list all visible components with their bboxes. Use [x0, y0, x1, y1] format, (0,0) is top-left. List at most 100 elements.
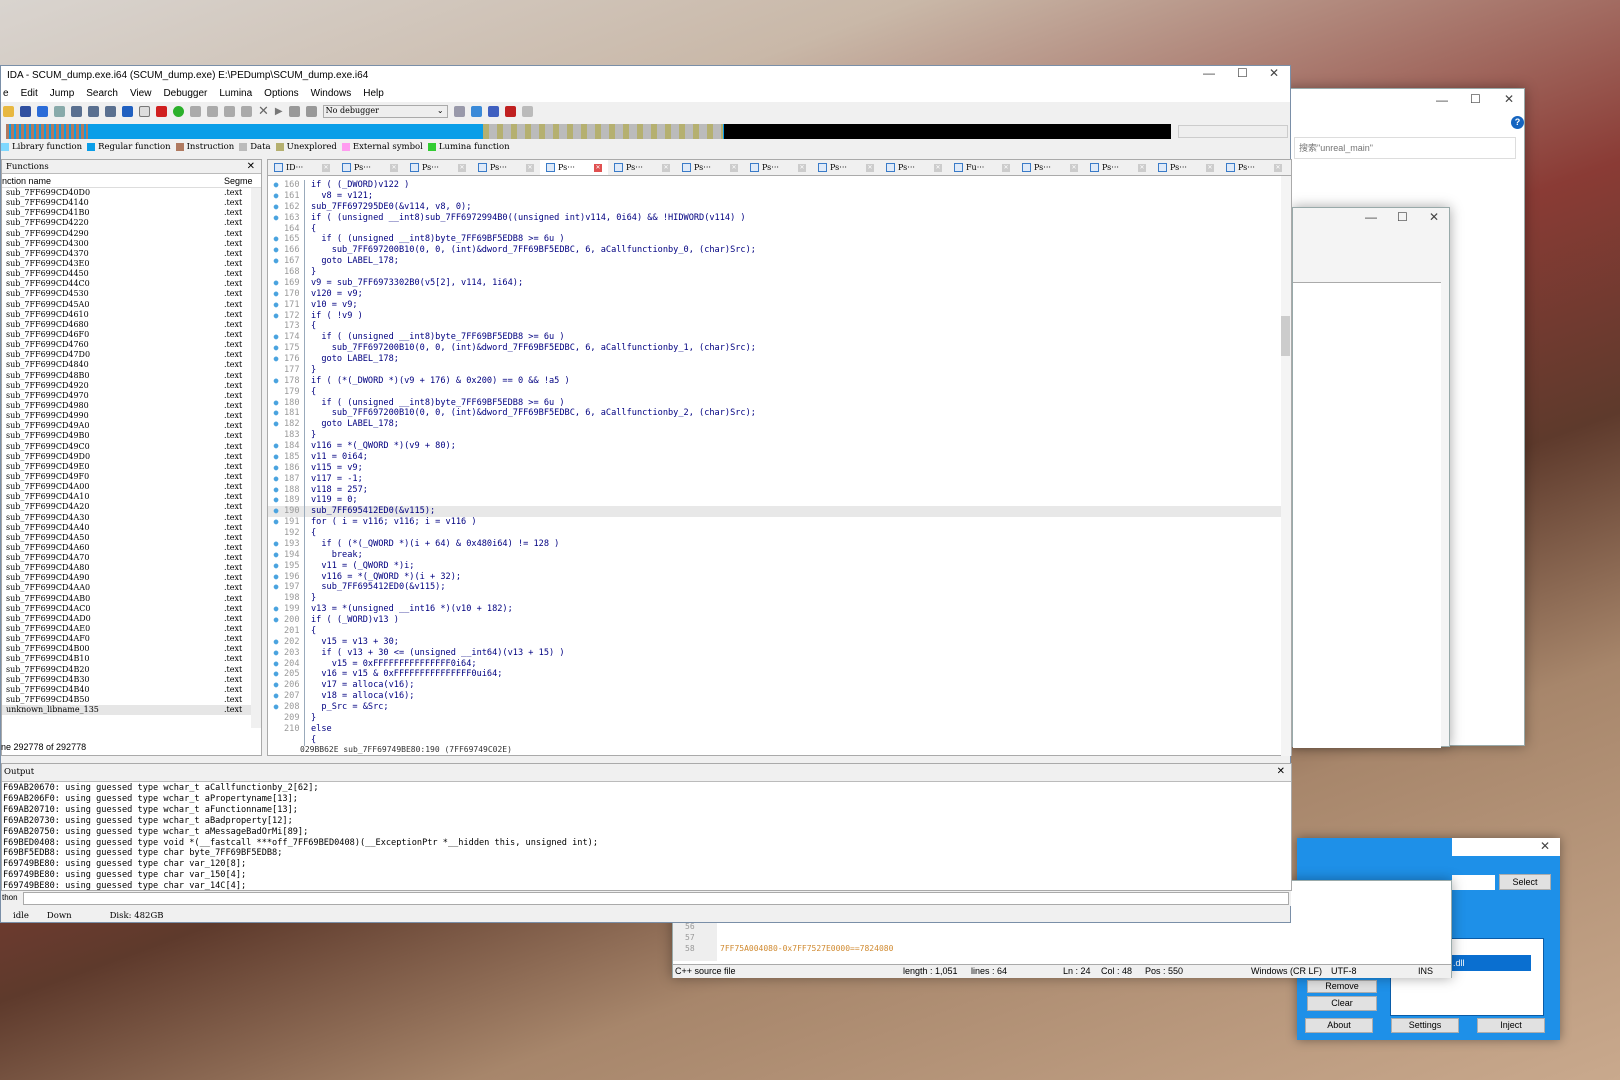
function-row[interactable]: sub_7FF699CD44C0 .text: [2, 279, 261, 289]
close-tab-icon[interactable]: ✕: [798, 163, 806, 172]
breakpoint-dot-icon[interactable]: ●: [268, 517, 284, 528]
function-row[interactable]: sub_7FF699CD46F0 .text: [2, 330, 261, 340]
breakpoint-dot-icon[interactable]: ●: [268, 213, 284, 224]
back-icon[interactable]: [37, 105, 48, 117]
breakpoint-dot-icon[interactable]: ●: [268, 615, 284, 626]
breakpoint-dot-icon[interactable]: ●: [268, 343, 284, 354]
code-line[interactable]: ● 191 for ( i = v116; v116; i = v116 ): [268, 517, 1291, 528]
function-row[interactable]: sub_7FF699CD4B40 .text: [2, 685, 261, 695]
close-tab-icon[interactable]: ✕: [458, 163, 466, 172]
function-row[interactable]: sub_7FF699CD4980 .text: [2, 401, 261, 411]
breakpoint-dot-icon[interactable]: [268, 713, 284, 724]
code-line[interactable]: 210 else: [268, 723, 1291, 735]
breakpoint-dot-icon[interactable]: ●: [268, 604, 284, 615]
function-row[interactable]: sub_7FF699CD4B10 .text: [2, 654, 261, 664]
tab-pseudocode[interactable]: Ps··· ✕: [676, 160, 744, 175]
close-tab-icon[interactable]: ✕: [594, 163, 602, 172]
breakpoint-dot-icon[interactable]: ●: [268, 245, 284, 256]
function-row[interactable]: sub_7FF699CD4B20 .text: [2, 665, 261, 675]
breakpoint-dot-icon[interactable]: ●: [268, 278, 284, 289]
tab-pseudocode[interactable]: Ps··· ✕: [1220, 160, 1288, 175]
code-line[interactable]: ● 202 v15 = v13 + 30;: [268, 636, 1291, 648]
function-row[interactable]: sub_7FF699CD4B50 .text: [2, 695, 261, 705]
function-row[interactable]: sub_7FF699CD4A20 .text: [2, 502, 261, 512]
code-line[interactable]: ● 187 v117 = -1;: [268, 473, 1291, 485]
code-line[interactable]: 168}: [268, 267, 1291, 278]
close-button[interactable]: ✕: [1429, 210, 1439, 224]
function-row[interactable]: sub_7FF699CD4A80 .text: [2, 563, 261, 573]
code-line[interactable]: {: [268, 734, 1291, 746]
function-row[interactable]: sub_7FF699CD4290 .text: [2, 229, 261, 239]
code-line[interactable]: ● 186 v115 = v9;: [268, 462, 1291, 474]
breakpoint-dot-icon[interactable]: ●: [268, 463, 284, 474]
breakpoint-dot-icon[interactable]: ●: [268, 572, 284, 583]
open-icon[interactable]: [3, 105, 14, 117]
settings-button[interactable]: Settings: [1391, 1018, 1459, 1033]
panel-close-icon[interactable]: ✕: [247, 161, 255, 172]
breakpoint-dot-icon[interactable]: ●: [268, 408, 284, 419]
editor-line[interactable]: 7FF75A004080-0x7FF7527E0000==7824080: [720, 944, 893, 953]
minimize-button[interactable]: —: [1365, 210, 1377, 224]
menu-edit[interactable]: Edit: [21, 88, 38, 99]
function-row[interactable]: sub_7FF699CD4680 .text: [2, 320, 261, 330]
function-row[interactable]: sub_7FF699CD4AC0 .text: [2, 604, 261, 614]
function-row[interactable]: sub_7FF699CD4A60 .text: [2, 543, 261, 553]
code-line[interactable]: ● 161 v8 = v121;: [268, 190, 1291, 202]
code-line[interactable]: ● 194 break;: [268, 549, 1291, 561]
menu-windows[interactable]: Windows: [311, 88, 352, 99]
tab-pseudocode[interactable]: Ps··· ✕: [472, 160, 540, 175]
code-line[interactable]: 179 {: [268, 386, 1291, 398]
function-row[interactable]: sub_7FF699CD49A0 .text: [2, 421, 261, 431]
function-row[interactable]: sub_7FF699CD4A70 .text: [2, 553, 261, 563]
breakpoint-dot-icon[interactable]: ●: [268, 300, 284, 311]
function-row[interactable]: sub_7FF699CD4140 .text: [2, 198, 261, 208]
menu-jump[interactable]: Jump: [50, 88, 74, 99]
function-row[interactable]: sub_7FF699CD4220 .text: [2, 218, 261, 228]
tab-pseudocode[interactable]: Ps··· ✕: [744, 160, 812, 175]
breakpoint-dot-icon[interactable]: ●: [268, 474, 284, 485]
search-text-icon[interactable]: [88, 105, 99, 117]
functions-scrollbar[interactable]: [251, 188, 261, 728]
remove-breakpoint-icon[interactable]: [521, 105, 533, 117]
tab-pseudocode[interactable]: ID··· ✕: [268, 160, 336, 175]
select-button[interactable]: Select: [1499, 874, 1551, 890]
function-row[interactable]: sub_7FF699CD4B00 .text: [2, 644, 261, 654]
forward-icon[interactable]: [54, 105, 65, 117]
code-line[interactable]: ● 200 if ( (_WORD)v13 ): [268, 615, 1291, 626]
code-line[interactable]: ● 195 v11 = (_QWORD *)i;: [268, 560, 1291, 572]
column-function-name[interactable]: nction name: [2, 176, 224, 187]
code-line[interactable]: ● 181 sub_7FF697200B10(0, 0, (int)&dword_…: [268, 408, 1291, 420]
search-immediate-icon[interactable]: [105, 105, 116, 117]
breakpoint-dot-icon[interactable]: [268, 593, 284, 604]
code-line[interactable]: 209}: [268, 712, 1291, 724]
breakpoint-dot-icon[interactable]: [268, 626, 284, 637]
code-line[interactable]: 177}: [268, 364, 1291, 376]
breakpoint-dot-icon[interactable]: ●: [268, 191, 284, 202]
code-line[interactable]: ● 166 sub_7FF697200B10(0, 0, (int)&dword_…: [268, 245, 1291, 257]
warning-icon[interactable]: [156, 105, 167, 117]
breakpoint-dot-icon[interactable]: ●: [268, 506, 284, 517]
code-line[interactable]: ● 163 if ( (unsigned __int8)sub_7FF6972994…: [268, 212, 1291, 224]
output-log[interactable]: F69AB20670: using guessed type wchar_t a…: [2, 782, 1291, 892]
xref-icon[interactable]: [207, 105, 218, 117]
function-row[interactable]: sub_7FF699CD4530 .text: [2, 289, 261, 299]
minimize-button[interactable]: —: [1436, 93, 1448, 107]
code-line[interactable]: ● 175 sub_7FF697200B10(0, 0, (int)&dword_…: [268, 343, 1291, 354]
stop-icon[interactable]: [305, 105, 317, 117]
code-scrollbar[interactable]: [1281, 176, 1291, 756]
code-line[interactable]: ● 178 if ( (*(_DWORD *)(v9 + 176) & 0x200)…: [268, 375, 1291, 387]
save-icon[interactable]: [20, 105, 31, 117]
code-line[interactable]: ● 199 v13 = *(unsigned __int16 *)(v10 + 18…: [268, 604, 1291, 615]
code-line[interactable]: ● 197 sub_7FF695412ED0(&v115);: [268, 582, 1291, 594]
function-row[interactable]: sub_7FF699CD4450 .text: [2, 269, 261, 279]
function-row[interactable]: sub_7FF699CD4840 .text: [2, 360, 261, 370]
close-tab-icon[interactable]: ✕: [1002, 163, 1010, 172]
close-tab-icon[interactable]: ✕: [526, 163, 534, 172]
function-row[interactable]: sub_7FF699CD47D0 .text: [2, 350, 261, 360]
decompile-icon[interactable]: [453, 105, 465, 117]
function-row[interactable]: sub_7FF699CD49C0 .text: [2, 442, 261, 452]
breakpoint-dot-icon[interactable]: ●: [268, 202, 284, 213]
code-line[interactable]: ● 207 v18 = alloca(v16);: [268, 691, 1291, 702]
green-circle-icon[interactable]: [173, 105, 184, 117]
list-item[interactable]: .dll: [1451, 955, 1531, 971]
